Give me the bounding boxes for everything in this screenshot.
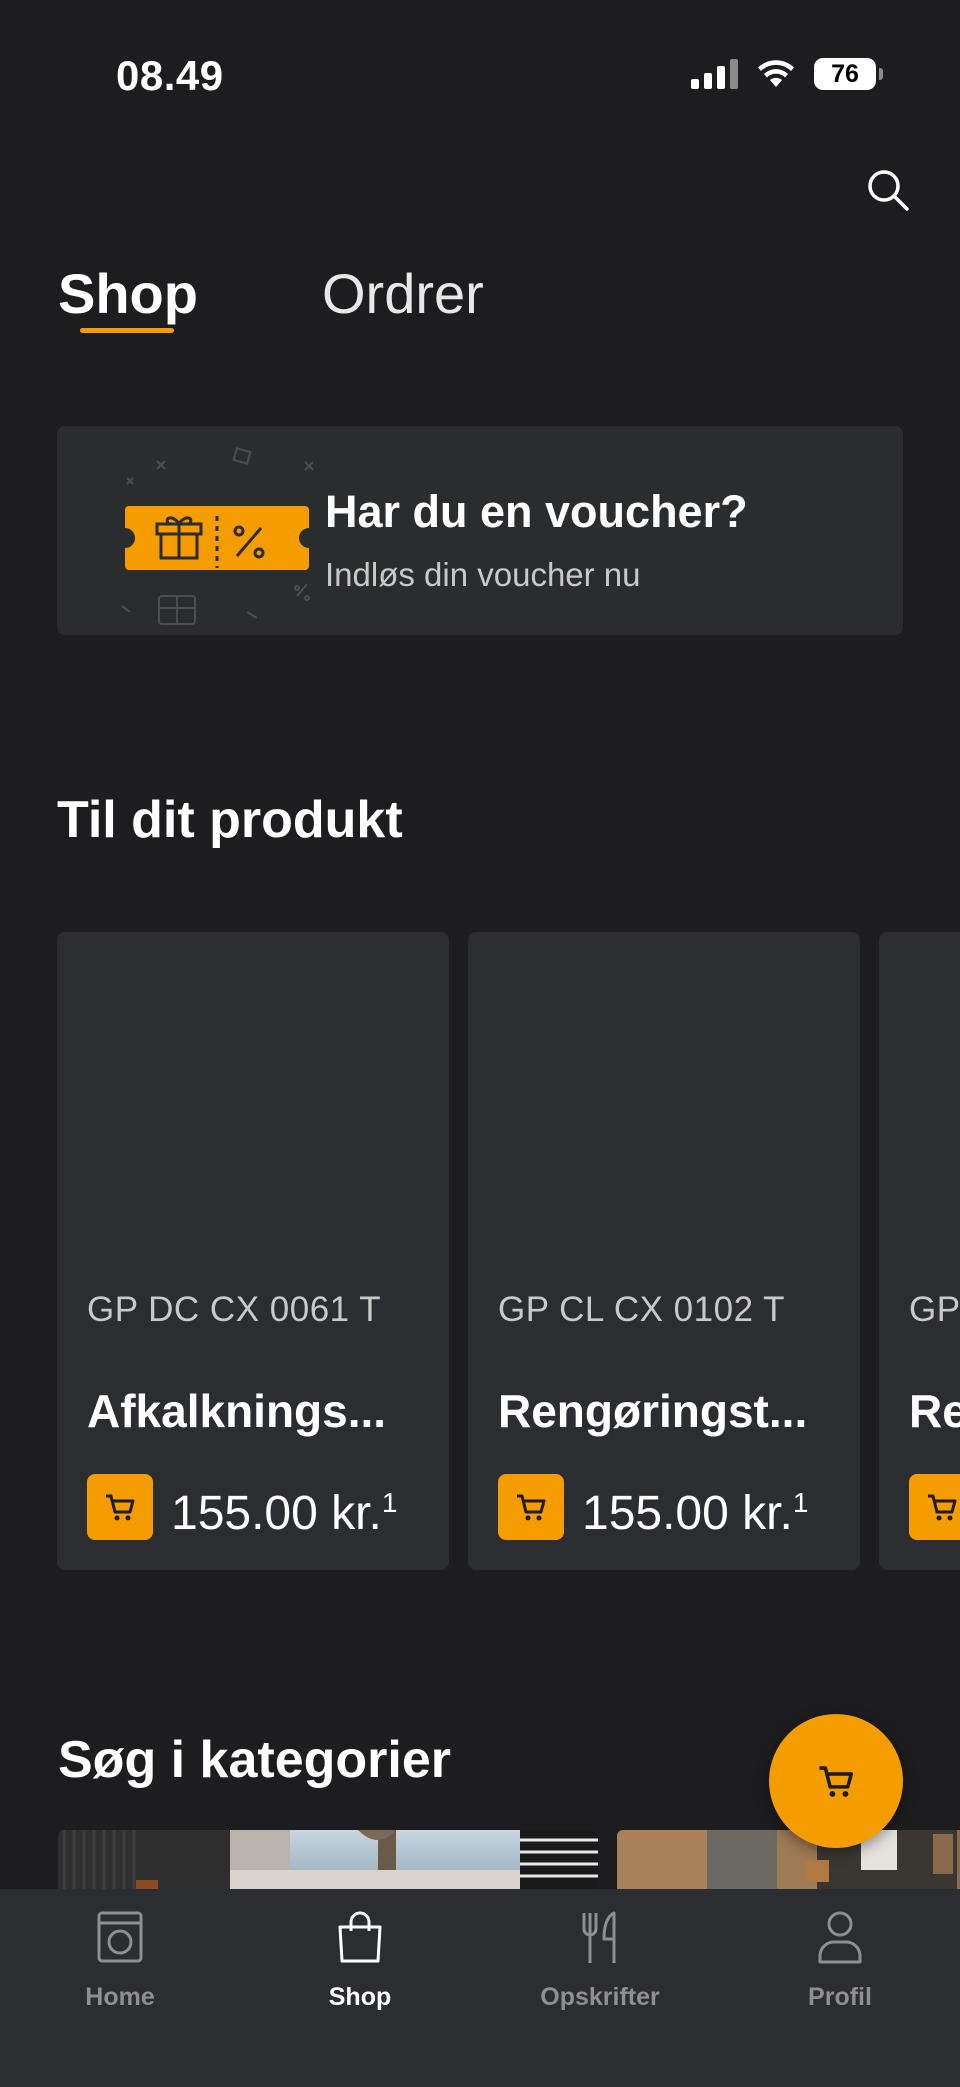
product-sku: GP CL CX 0102 T bbox=[498, 1290, 786, 1329]
cart-icon bbox=[819, 1766, 854, 1797]
status-time: 08.49 bbox=[116, 52, 224, 99]
nav-item-profil[interactable]: Profil bbox=[740, 1905, 940, 2012]
voucher-subtitle: Indløs din voucher nu bbox=[325, 556, 641, 593]
product-price-row: 155.00 kr.1 bbox=[87, 1474, 397, 1540]
tab-shop-label: Shop bbox=[58, 262, 198, 325]
active-tab-indicator bbox=[80, 328, 174, 333]
add-to-cart-button[interactable] bbox=[87, 1474, 153, 1540]
product-name: Rengøringst... bbox=[498, 1385, 808, 1437]
search-icon bbox=[868, 170, 909, 211]
product-price-row bbox=[909, 1474, 960, 1540]
person-icon bbox=[818, 1911, 862, 1964]
fork-knife-icon bbox=[582, 1911, 616, 1963]
search-button[interactable] bbox=[860, 162, 916, 218]
product-price-row: 155.00 kr.1 bbox=[498, 1474, 808, 1540]
voucher-banner[interactable]: Har du en voucher? Indløs din voucher nu bbox=[57, 426, 903, 635]
nav-label-shop: Shop bbox=[328, 1983, 392, 2011]
tab-ordrer[interactable]: Ordrer bbox=[322, 262, 484, 326]
nav-item-opskrifter[interactable]: Opskrifter bbox=[500, 1905, 700, 2012]
product-price: 155.00 kr.1 bbox=[582, 1483, 808, 1531]
shopping-bag-icon bbox=[338, 1911, 382, 1963]
category-tile-kitchen[interactable] bbox=[58, 1830, 598, 1890]
tab-ordrer-label: Ordrer bbox=[321, 262, 484, 325]
nav-item-home[interactable]: Home bbox=[20, 1905, 220, 2012]
cart-icon bbox=[517, 1494, 546, 1521]
bottom-navigation: Home Shop Opskrifter Profil bbox=[0, 1889, 960, 2087]
voucher-ticket-icon bbox=[121, 447, 314, 625]
floating-cart-button[interactable] bbox=[769, 1714, 903, 1848]
cart-icon bbox=[106, 1494, 135, 1521]
status-icons: 76 bbox=[691, 58, 883, 90]
product-price-value: 155.00 kr. bbox=[582, 1487, 793, 1531]
products-section-title: Til dit produkt bbox=[57, 791, 403, 849]
categories-section-title: Søg i kategorier bbox=[58, 1731, 451, 1789]
tab-shop[interactable]: Shop bbox=[58, 262, 198, 333]
product-sku: GP bbox=[909, 1290, 960, 1329]
nav-label-home: Home bbox=[85, 1983, 155, 2011]
add-to-cart-button[interactable] bbox=[909, 1474, 960, 1540]
status-bar: 08.49 76 bbox=[0, 0, 960, 150]
category-image bbox=[58, 1830, 598, 1890]
nav-item-shop[interactable]: Shop bbox=[260, 1905, 460, 2012]
top-tabs: Shop Ordrer bbox=[58, 262, 484, 333]
washing-machine-icon bbox=[97, 1911, 143, 1963]
add-to-cart-button[interactable] bbox=[498, 1474, 564, 1540]
nav-label-opskrifter: Opskrifter bbox=[540, 1983, 660, 2011]
category-tile-wardrobe[interactable] bbox=[617, 1830, 960, 1890]
price-footnote: 1 bbox=[381, 1487, 398, 1518]
cellular-signal-icon bbox=[691, 59, 738, 89]
voucher-title: Har du en voucher? bbox=[325, 486, 748, 537]
battery-indicator: 76 bbox=[814, 58, 883, 90]
product-sku: GP DC CX 0061 T bbox=[87, 1290, 382, 1329]
price-footnote: 1 bbox=[792, 1487, 809, 1518]
product-card[interactable]: GP DC CX 0061 T Afkalknings... 155.00 kr… bbox=[57, 932, 449, 1570]
product-card[interactable]: GP Re bbox=[879, 932, 960, 1570]
cart-icon bbox=[928, 1494, 957, 1521]
product-name: Afkalknings... bbox=[87, 1385, 387, 1437]
wifi-icon bbox=[758, 60, 794, 87]
product-price-value: 155.00 kr. bbox=[171, 1487, 382, 1531]
product-card[interactable]: GP CL CX 0102 T Rengøringst... 155.00 kr… bbox=[468, 932, 860, 1570]
nav-label-profil: Profil bbox=[808, 1983, 872, 2011]
product-name: Re bbox=[909, 1385, 960, 1437]
category-image bbox=[617, 1830, 960, 1890]
product-price: 155.00 kr.1 bbox=[171, 1483, 397, 1531]
